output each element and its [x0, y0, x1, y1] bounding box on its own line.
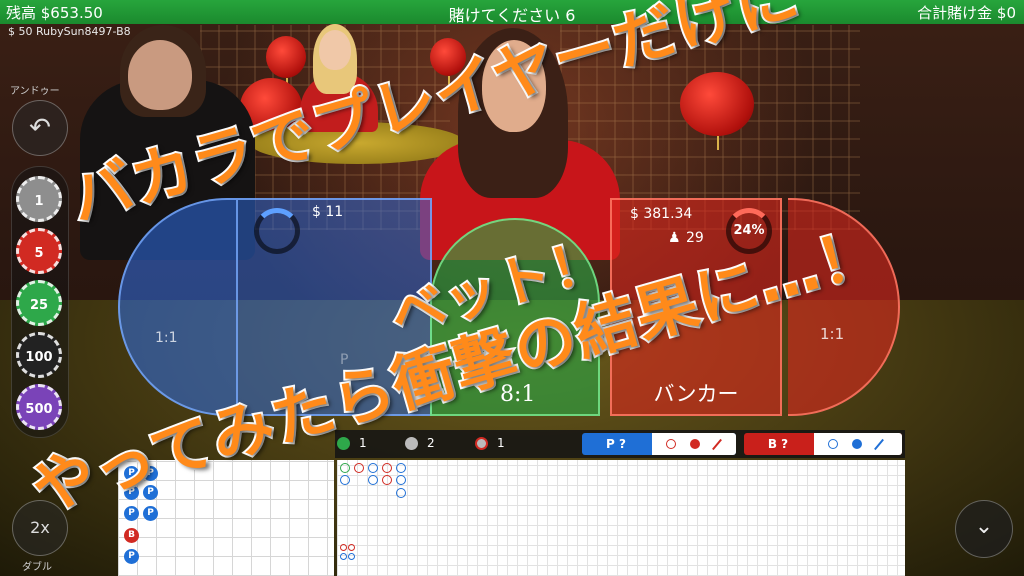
banker-predict-label: B ?: [767, 437, 789, 451]
banker-predict-symbols: [814, 433, 902, 455]
undo-button[interactable]: ↶: [12, 100, 68, 156]
cockroach-icon: [712, 438, 722, 451]
top-status-bar: 残高 $653.50 賭けてください 6 合計賭け金 $0: [0, 0, 1024, 25]
chip-5[interactable]: 5: [16, 228, 62, 274]
collapse-down-button[interactable]: ⌄: [955, 500, 1013, 558]
road-mark: [382, 475, 392, 485]
big-eye-icon: [666, 439, 676, 449]
player-dot-icon: [405, 437, 418, 450]
road-mark: [340, 544, 347, 551]
player-bet-amount: $ 11: [312, 204, 344, 220]
chip-1[interactable]: 1: [16, 176, 62, 222]
road-mark: [368, 475, 378, 485]
road-mark: [396, 463, 406, 473]
player-predict-label: P ?: [606, 437, 626, 451]
cockroach-icon: [874, 438, 884, 451]
total-bet: 合計賭け金 $0: [917, 4, 1016, 22]
road-mark: [354, 463, 364, 473]
bead-player: P: [143, 506, 158, 521]
banker-bet-amount: $ 381.34: [630, 206, 693, 222]
table-user-info: $ 50 RubySun8497-B8: [8, 25, 131, 38]
chevron-down-icon: ⌄: [974, 514, 994, 539]
road-mark: [396, 488, 406, 498]
banker-label: バンカー: [653, 382, 739, 406]
chip-25[interactable]: 25: [16, 280, 62, 326]
big-eye-icon: [828, 439, 838, 449]
road-mark: [340, 553, 347, 560]
bead-player: P: [124, 549, 139, 564]
big-road: [337, 460, 905, 576]
road-mark: [340, 475, 350, 485]
banker-dot-icon: [475, 437, 488, 450]
tie-count: 1: [359, 436, 367, 450]
small-road-icon: [690, 439, 700, 449]
player-percent-ring: [254, 208, 300, 254]
bead-player: P: [124, 506, 139, 521]
banker-pair-ratio: 1:1: [820, 325, 845, 343]
road-mark: [368, 463, 378, 473]
road-mark: [382, 463, 392, 473]
player-predict-button[interactable]: P ?: [582, 433, 736, 455]
road-mark: [340, 463, 350, 473]
user-icon: ♟: [668, 230, 681, 246]
player-count: 2: [427, 436, 435, 450]
small-road-icon: [852, 439, 862, 449]
chip-500[interactable]: 500: [16, 384, 62, 430]
player-pair-ratio: 1:1: [155, 330, 178, 346]
banker-predict-button[interactable]: B ?: [744, 433, 902, 455]
road-mark: [396, 475, 406, 485]
double-label: ダブル: [22, 562, 52, 573]
banker-count: 1: [497, 436, 505, 450]
player-predict-symbols: [652, 433, 736, 455]
road-mark: [348, 544, 355, 551]
undo-icon: ↶: [29, 113, 51, 143]
lantern-icon: [266, 36, 306, 92]
banker-player-count: 29: [686, 230, 704, 246]
bead-banker: B: [124, 528, 139, 543]
lantern-icon: [680, 72, 754, 150]
road-mark: [348, 553, 355, 560]
undo-label: アンドゥー: [10, 86, 60, 97]
chip-100[interactable]: 100: [16, 332, 62, 378]
